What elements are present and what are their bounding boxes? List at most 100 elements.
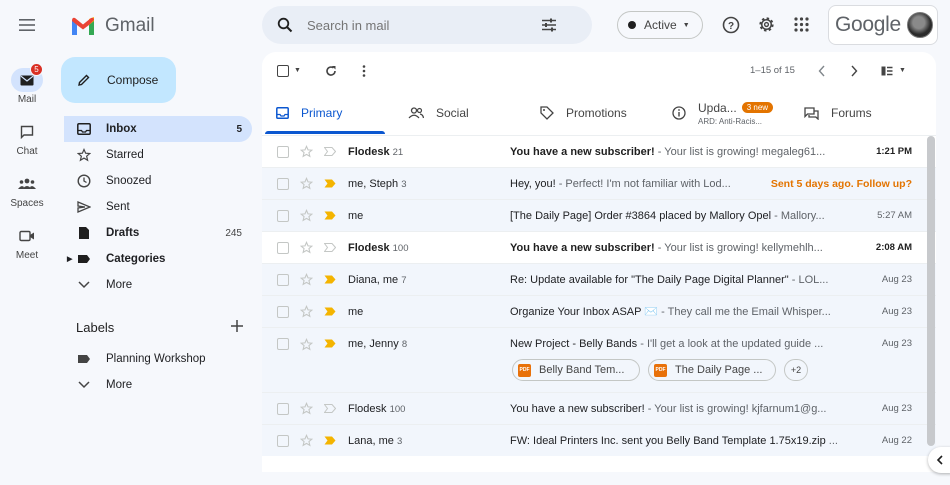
gmail-m-icon <box>72 17 94 35</box>
apps-button[interactable] <box>794 17 809 32</box>
email-row[interactable]: me Organize Your Inbox ASAP ✉️ - They cal… <box>262 295 936 327</box>
row-checkbox[interactable] <box>277 177 289 190</box>
tab-forums[interactable]: Forums <box>804 92 872 134</box>
select-caret-icon[interactable]: ▼ <box>294 67 301 74</box>
star-icon[interactable] <box>300 273 313 286</box>
nav-more[interactable]: More <box>64 272 252 298</box>
rail-spaces[interactable]: Spaces <box>0 172 54 209</box>
star-icon[interactable] <box>300 434 313 447</box>
nav-categories-label: Categories <box>106 253 166 265</box>
rail-spaces-label: Spaces <box>10 198 44 209</box>
nav-sent[interactable]: Sent <box>64 194 252 220</box>
star-icon[interactable] <box>300 177 313 190</box>
search-icon[interactable] <box>277 17 293 33</box>
important-marker-icon[interactable] <box>324 436 336 445</box>
send-icon <box>77 201 91 213</box>
search-options-icon[interactable] <box>541 18 557 32</box>
row-checkbox[interactable] <box>277 209 289 222</box>
row-checkbox[interactable] <box>277 402 289 415</box>
email-row[interactable]: Flodesk 21 You have a new subscriber! - Y… <box>262 135 936 167</box>
important-marker-icon[interactable] <box>324 243 336 252</box>
nav-snoozed[interactable]: Snoozed <box>64 168 252 194</box>
important-marker-icon[interactable] <box>324 179 336 188</box>
add-label-button[interactable] <box>230 319 244 333</box>
search-bar[interactable] <box>262 6 592 44</box>
tab-social[interactable]: Social <box>408 92 469 134</box>
email-subject: You have a new subscriber! <box>510 402 645 415</box>
star-icon[interactable] <box>300 402 313 415</box>
important-marker-icon[interactable] <box>324 339 336 348</box>
nav-categories[interactable]: ▶ Categories <box>64 246 252 272</box>
gmail-logo[interactable]: Gmail <box>70 14 155 38</box>
star-icon[interactable] <box>300 305 313 318</box>
email-row[interactable]: me, Steph 3 Hey, you! - Perfect! I'm not … <box>262 167 936 199</box>
tab-promotions[interactable]: Promotions <box>540 92 627 134</box>
star-icon[interactable] <box>300 145 313 158</box>
important-marker-icon[interactable] <box>324 404 336 413</box>
row-checkbox[interactable] <box>277 145 289 158</box>
rail-mail[interactable]: 5 Mail <box>0 63 54 105</box>
nav-inbox[interactable]: Inbox 5 <box>64 116 252 142</box>
refresh-icon[interactable] <box>325 65 337 77</box>
compose-button[interactable]: Compose <box>61 57 176 103</box>
email-subject: You have a new subscriber! <box>510 241 655 254</box>
row-checkbox[interactable] <box>277 241 289 254</box>
star-icon[interactable] <box>300 241 313 254</box>
email-row[interactable]: me [The Daily Page] Order #3864 placed by… <box>262 199 936 231</box>
tab-primary[interactable]: Primary <box>262 92 386 134</box>
status-dropdown[interactable]: Active ▼ <box>617 11 703 39</box>
chevron-down-icon <box>78 381 90 389</box>
row-checkbox[interactable] <box>277 305 289 318</box>
email-row[interactable]: Diana, me 7 Re: Update available for "The… <box>262 263 936 295</box>
labels-more-text: More <box>106 379 133 391</box>
scrollbar-thumb[interactable] <box>927 136 935 446</box>
email-snippet: - Your list is growing! kellymehlh... <box>654 241 823 254</box>
chevron-right-icon[interactable] <box>850 65 858 77</box>
tab-updates[interactable]: Upda... 3 new ARD: Anti-Racis... <box>672 92 774 134</box>
important-marker-icon[interactable] <box>324 211 336 220</box>
search-input[interactable] <box>307 17 527 33</box>
more-vert-icon[interactable] <box>362 65 366 77</box>
nav-inbox-label: Inbox <box>106 123 137 135</box>
pdf-icon: PDF <box>518 363 531 377</box>
account-switcher[interactable]: Google <box>828 5 938 45</box>
row-checkbox[interactable] <box>277 273 289 286</box>
email-preview: [The Daily Page] Order #3864 placed by M… <box>510 210 840 222</box>
email-snippet: - Perfect! I'm not familiar with Lod... <box>555 177 731 190</box>
labels-more[interactable]: More <box>64 372 252 398</box>
main-menu-button[interactable] <box>14 14 40 36</box>
star-icon[interactable] <box>300 338 313 351</box>
more-attachments-chip[interactable]: +2 <box>784 359 808 381</box>
chevron-left-icon[interactable] <box>818 65 826 77</box>
rail-chat[interactable]: Chat <box>0 120 54 157</box>
split-pane-caret-icon[interactable]: ▼ <box>899 67 906 74</box>
important-marker-icon[interactable] <box>324 307 336 316</box>
thread-count: 100 <box>392 242 409 254</box>
followup-nudge: Sent 5 days ago. Follow up? <box>770 177 912 190</box>
important-marker-icon[interactable] <box>324 275 336 284</box>
important-marker-icon[interactable] <box>324 147 336 156</box>
help-button[interactable]: ? <box>722 16 740 34</box>
email-row[interactable]: Flodesk 100 You have a new subscriber! - … <box>262 231 936 263</box>
email-preview: Organize Your Inbox ASAP ✉️ - They call … <box>510 305 840 318</box>
forum-icon <box>804 106 819 120</box>
email-row[interactable]: Lana, me 3 FW: Ideal Printers Inc. sent y… <box>262 424 936 456</box>
show-side-panel-button[interactable] <box>928 447 950 473</box>
row-checkbox[interactable] <box>277 434 289 447</box>
email-row[interactable]: Flodesk 100 You have a new subscriber! - … <box>262 392 936 424</box>
attachment-chip[interactable]: PDF The Daily Page ... <box>648 359 776 381</box>
settings-button[interactable] <box>757 15 776 34</box>
chevron-left-icon <box>936 455 943 465</box>
split-pane-icon[interactable] <box>881 66 893 76</box>
row-checkbox[interactable] <box>277 338 289 350</box>
nav-drafts[interactable]: Drafts 245 <box>64 220 252 246</box>
avatar[interactable] <box>906 12 933 38</box>
email-date: Aug 22 <box>881 435 912 446</box>
select-all-checkbox[interactable] <box>277 65 289 77</box>
thread-count: 3 <box>401 178 407 190</box>
attachment-chip[interactable]: PDF Belly Band Tem... <box>512 359 640 381</box>
label-planning-workshop[interactable]: Planning Workshop <box>64 346 252 372</box>
rail-meet[interactable]: Meet <box>0 224 54 261</box>
star-icon[interactable] <box>300 209 313 222</box>
nav-starred[interactable]: Starred <box>64 142 252 168</box>
